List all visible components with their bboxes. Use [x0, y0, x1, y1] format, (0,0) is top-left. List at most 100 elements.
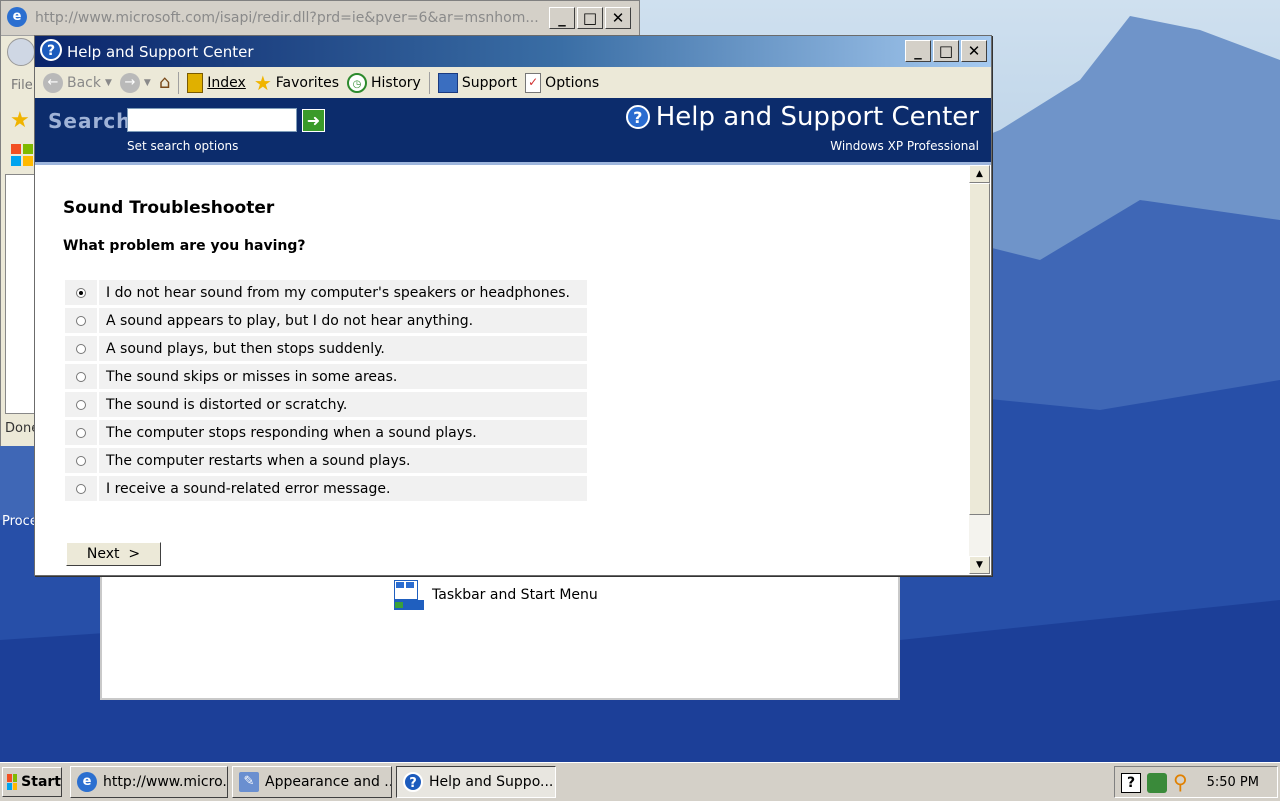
control-panel-icon: ✎ [239, 772, 259, 792]
help-tray-icon[interactable]: ? [1121, 773, 1141, 793]
page-title: Sound Troubleshooter [63, 198, 275, 218]
radio-button[interactable] [76, 399, 86, 410]
options-button[interactable]: ✓ Options [525, 72, 599, 93]
favorites-label: Favorites [275, 74, 340, 91]
search-options-link[interactable]: Set search options [127, 139, 238, 153]
chevron-down-icon[interactable]: ▼ [144, 78, 151, 88]
radio-cell [65, 448, 97, 473]
taskbar-start-menu-label: Taskbar and Start Menu [432, 587, 598, 603]
vertical-scrollbar[interactable]: ▲ ▼ [969, 165, 990, 574]
scroll-thumb[interactable] [969, 183, 990, 515]
help-icon: ? [403, 772, 423, 792]
search-tray-icon[interactable]: ⚲ [1173, 772, 1193, 793]
ie-title: http://www.microsoft.com/isapi/redir.dll… [35, 10, 539, 26]
edition-label: Windows XP Professional [830, 139, 979, 153]
option-label[interactable]: The computer stops responding when a sou… [99, 420, 587, 445]
ie-icon: e [7, 7, 27, 27]
troubleshooter-content: Sound Troubleshooter What problem are yo… [35, 165, 969, 574]
favorites-button[interactable]: ★ Favorites [254, 71, 339, 95]
scroll-down-arrow-icon[interactable]: ▼ [969, 556, 990, 574]
chevron-down-icon[interactable]: ▼ [105, 78, 112, 88]
task-button-help[interactable]: ? Help and Suppo... [396, 766, 556, 798]
option-label[interactable]: A sound plays, but then stops suddenly. [99, 336, 587, 361]
problem-option[interactable]: A sound appears to play, but I do not he… [65, 308, 587, 333]
back-button[interactable]: ← Back ▼ [43, 72, 112, 93]
history-label: History [371, 74, 421, 91]
help-icon: ? [40, 39, 62, 61]
start-label: Start [21, 774, 61, 790]
radio-button[interactable] [76, 287, 86, 298]
problem-option[interactable]: The computer stops responding when a sou… [65, 420, 587, 445]
ie-close-button[interactable]: ✕ [605, 7, 631, 29]
problem-option[interactable]: The sound is distorted or scratchy. [65, 392, 587, 417]
home-button[interactable]: ⌂ [159, 72, 170, 93]
radio-cell [65, 308, 97, 333]
close-button[interactable]: ✕ [961, 40, 987, 62]
task-button-control-panel[interactable]: ✎ Appearance and ... [232, 766, 392, 798]
back-arrow-icon: ← [43, 72, 63, 93]
ie-favorites-star-icon[interactable]: ★ [10, 108, 30, 133]
ie-minimize-button[interactable]: _ [549, 7, 575, 29]
help-support-window[interactable]: ? Help and Support Center _ □ ✕ ← Back ▼… [34, 35, 992, 576]
network-tray-icon[interactable] [1147, 773, 1167, 793]
option-label[interactable]: The sound skips or misses in some areas. [99, 364, 587, 389]
option-label[interactable]: The sound is distorted or scratchy. [99, 392, 587, 417]
control-panel-window[interactable]: Taskbar and Start Menu [100, 574, 900, 700]
help-window-title: Help and Support Center [67, 43, 254, 61]
option-label[interactable]: A sound appears to play, but I do not he… [99, 308, 587, 333]
support-button[interactable]: Support [437, 72, 518, 93]
ie-maximize-button[interactable]: □ [577, 7, 603, 29]
ie-titlebar[interactable]: e http://www.microsoft.com/isapi/redir.d… [1, 1, 639, 36]
support-icon [437, 72, 458, 93]
task-button-ie[interactable]: e http://www.micro... [70, 766, 228, 798]
support-label: Support [461, 74, 518, 91]
radio-button[interactable] [76, 371, 86, 382]
options-icon: ✓ [525, 72, 542, 93]
history-button[interactable]: ◷ History [347, 72, 421, 93]
task-label: Help and Suppo... [429, 774, 554, 790]
radio-button[interactable] [76, 427, 86, 438]
radio-button[interactable] [76, 455, 86, 466]
index-book-icon [187, 72, 204, 93]
help-titlebar[interactable]: ? Help and Support Center _ □ ✕ [35, 36, 991, 67]
problem-options: I do not hear sound from my computer's s… [65, 280, 587, 504]
problem-option[interactable]: The computer restarts when a sound plays… [65, 448, 587, 473]
windows-logo-icon [7, 774, 18, 790]
help-header: Search ➜ Set search options ? Help and S… [35, 98, 991, 165]
next-button[interactable]: Next > [66, 542, 161, 566]
radio-button[interactable] [76, 315, 86, 326]
search-input[interactable] [127, 108, 297, 132]
taskbar-start-menu-item[interactable]: Taskbar and Start Menu [394, 580, 598, 610]
problem-option[interactable]: I do not hear sound from my computer's s… [65, 280, 587, 305]
problem-option[interactable]: The sound skips or misses in some areas. [65, 364, 587, 389]
scroll-up-arrow-icon[interactable]: ▲ [969, 165, 990, 183]
option-label[interactable]: The computer restarts when a sound plays… [99, 448, 587, 473]
radio-button[interactable] [76, 483, 86, 494]
system-tray: ? ⚲ 5:50 PM [1114, 766, 1278, 798]
forward-button[interactable]: → ▼ [119, 72, 151, 93]
minimize-button[interactable]: _ [905, 40, 931, 62]
page-question: What problem are you having? [63, 238, 306, 254]
ie-content-frame [5, 174, 37, 414]
radio-cell [65, 336, 97, 361]
option-label[interactable]: I do not hear sound from my computer's s… [99, 280, 587, 305]
index-button[interactable]: Index [187, 72, 246, 93]
ie-icon: e [77, 772, 97, 792]
maximize-button[interactable]: □ [933, 40, 959, 62]
ie-back-icon[interactable] [7, 38, 35, 66]
taskbar-start-menu-icon [394, 580, 424, 610]
start-button[interactable]: Start [2, 767, 62, 797]
toolbar-separator [428, 71, 430, 94]
search-go-button[interactable]: ➜ [302, 109, 325, 132]
problem-option[interactable]: I receive a sound-related error message. [65, 476, 587, 501]
taskbar: Start e http://www.micro... ✎ Appearance… [0, 762, 1280, 801]
radio-button[interactable] [76, 343, 86, 354]
radio-cell [65, 364, 97, 389]
problem-option[interactable]: A sound plays, but then stops suddenly. [65, 336, 587, 361]
ie-menu-file[interactable]: File [11, 78, 33, 93]
clock: 5:50 PM [1206, 775, 1259, 790]
search-label: Search [48, 109, 132, 133]
desktop-partial-text: Proce [2, 514, 38, 529]
task-label: http://www.micro... [103, 774, 228, 790]
option-label[interactable]: I receive a sound-related error message. [99, 476, 587, 501]
